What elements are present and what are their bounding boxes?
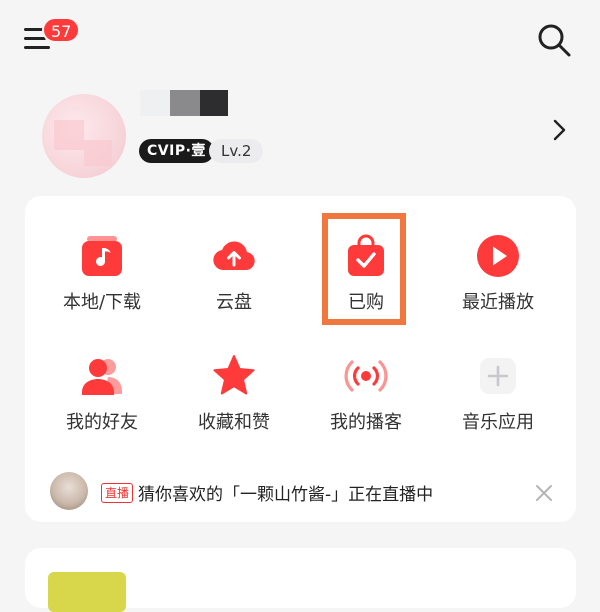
mosaic-block: [140, 90, 170, 116]
tile-label: 最近播放: [462, 292, 534, 313]
tile-label: 收藏和赞: [198, 412, 270, 433]
tile-friends[interactable]: 我的好友: [37, 352, 167, 434]
tile-label: 云盘: [216, 292, 252, 313]
add-app-icon: [480, 358, 516, 394]
vip-badge[interactable]: CVIP·壹: [139, 139, 214, 163]
chevron-right-icon[interactable]: [550, 118, 568, 142]
tile-label: 我的好友: [66, 412, 138, 433]
tile-recent-play[interactable]: 最近播放: [433, 232, 563, 314]
music-folder-icon: [82, 236, 122, 276]
star-icon: [213, 355, 255, 395]
tile-label: 我的播客: [330, 412, 402, 433]
avatar-blur-block: [84, 140, 112, 166]
username-mosaic[interactable]: [140, 90, 230, 116]
search-icon: [538, 24, 571, 57]
highlight-box: [322, 213, 406, 325]
avatar-blur-block: [54, 120, 84, 150]
tile-podcast[interactable]: 我的播客: [301, 352, 431, 434]
menu-icon-line: [24, 37, 46, 40]
friends-icon: [82, 359, 122, 395]
live-recommendation-text[interactable]: 猜你喜欢的「一颗山竹酱-」正在直播中: [138, 480, 433, 505]
podcast-broadcast-icon: [344, 360, 388, 392]
tile-music-apps[interactable]: 音乐应用: [433, 352, 563, 434]
cloud-upload-icon: [213, 241, 255, 270]
play-circle-icon: [477, 235, 519, 277]
level-badge[interactable]: Lv.2: [209, 139, 264, 163]
mosaic-block: [200, 90, 228, 116]
user-avatar[interactable]: [42, 94, 126, 178]
search-button[interactable]: [536, 22, 572, 58]
tile-local-download[interactable]: 本地/下载: [37, 232, 167, 314]
close-icon[interactable]: [533, 482, 555, 504]
notification-badge: 57: [42, 17, 81, 43]
tile-favorites[interactable]: 收藏和赞: [169, 352, 299, 434]
playlist-thumbnail[interactable]: [48, 572, 126, 612]
streamer-avatar[interactable]: [50, 472, 88, 510]
tile-label: 本地/下载: [62, 292, 142, 313]
live-tag: 直播: [101, 483, 134, 503]
tile-cloud[interactable]: 云盘: [169, 232, 299, 314]
tile-label: 音乐应用: [462, 412, 534, 433]
mosaic-block: [170, 90, 200, 116]
menu-icon-line: [24, 46, 50, 49]
